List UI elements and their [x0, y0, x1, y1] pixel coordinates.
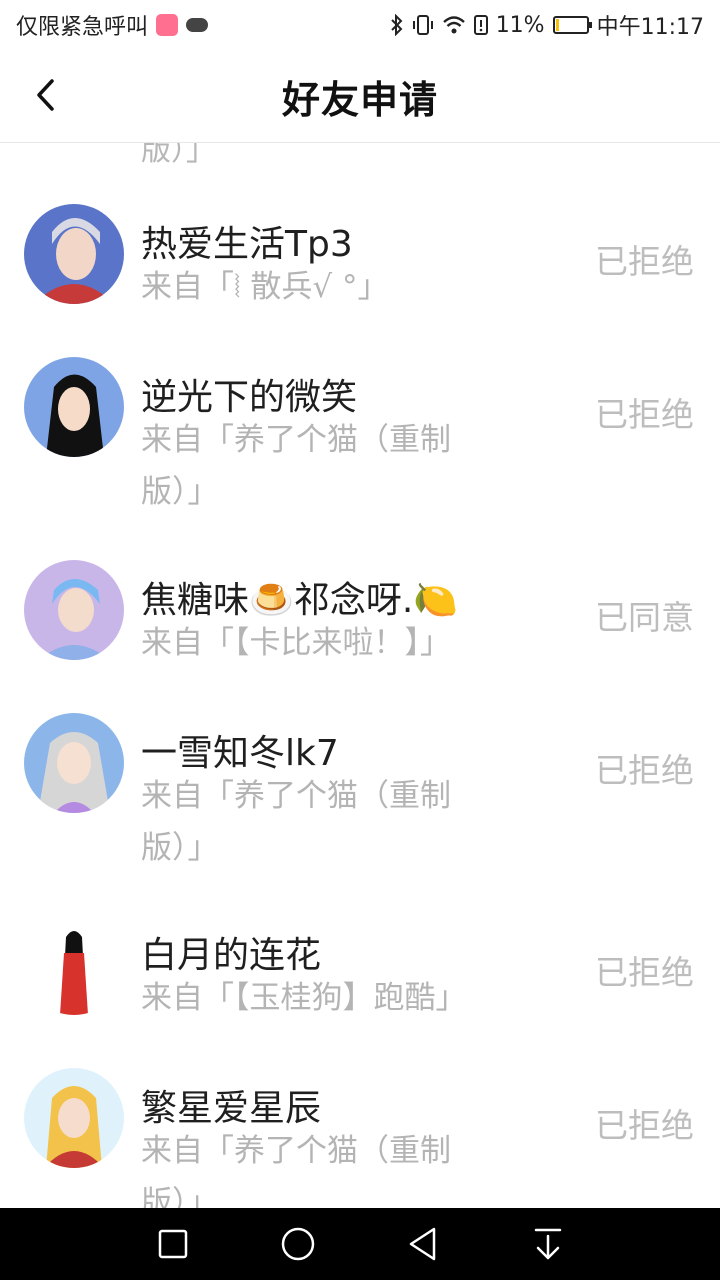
list-item[interactable]: 逆光下的微笑 来自「养了个猫（重制版）」 已拒绝	[0, 346, 720, 546]
recents-button[interactable]	[153, 1224, 193, 1264]
list-item[interactable]: 一雪知冬lk7 来自「养了个猫（重制版）」 已拒绝	[0, 702, 720, 902]
download-arrow-icon	[534, 1228, 561, 1260]
request-source: 来自「养了个猫（重制版）」	[141, 422, 451, 510]
requester-name: 焦糖味🍮祁念呀.🍋	[141, 580, 459, 621]
emergency-call-text: 仅限紧急呼叫	[16, 15, 149, 40]
wifi-icon	[442, 15, 466, 35]
request-source: 来自「养了个猫（重制版）」	[141, 778, 451, 866]
app-header: 好友申请	[0, 50, 720, 143]
requester-name: 一雪知冬lk7	[141, 733, 339, 774]
avatar[interactable]	[24, 1068, 124, 1168]
bluetooth-icon	[390, 14, 404, 36]
system-nav-bar	[0, 1208, 720, 1280]
request-status: 已拒绝	[595, 395, 694, 434]
back-button[interactable]	[26, 75, 66, 115]
requester-name: 白月的连花	[141, 935, 322, 976]
vibrate-icon	[412, 14, 434, 36]
avatar[interactable]	[24, 204, 124, 304]
requester-name: 热爱生活Tp3	[141, 224, 353, 265]
square-recent-icon	[158, 1229, 187, 1259]
avatar[interactable]	[24, 560, 124, 660]
status-right: 11% 中午11:17	[390, 9, 704, 41]
requester-name: 逆光下的微笑	[141, 377, 358, 418]
clock: 中午11:17	[596, 15, 704, 40]
notification-pull-button[interactable]	[528, 1224, 568, 1264]
list-item[interactable]: 焦糖味🍮祁念呀.🍋 来自「【卡比来啦！】」 已同意	[0, 549, 720, 699]
request-status: 已拒绝	[595, 953, 694, 992]
request-status: 已同意	[595, 598, 694, 637]
list-item[interactable]: 白月的连花 来自「【玉桂狗】跑酷」 已拒绝	[0, 904, 720, 1054]
cloud-icon	[186, 18, 209, 32]
app-notification-icon	[156, 14, 179, 36]
request-status: 已拒绝	[595, 1106, 694, 1145]
list-item[interactable]: 热爱生活Tp3 来自「⦚ 散兵√ °」 已拒绝	[0, 193, 720, 353]
status-left: 仅限紧急呼叫	[16, 9, 209, 41]
battery-percent: 11%	[495, 12, 545, 38]
avatar[interactable]	[24, 713, 124, 813]
request-source: 来自「【卡比来啦！】」	[141, 625, 451, 661]
back-nav-button[interactable]	[403, 1224, 443, 1264]
page-title: 好友申请	[281, 77, 438, 122]
battery-icon	[552, 16, 592, 34]
list-item[interactable]: 繁星爱星辰 来自「养了个猫（重制版）」 已拒绝	[0, 1057, 720, 1208]
requester-name: 繁星爱星辰	[141, 1088, 322, 1129]
circle-home-icon	[281, 1227, 314, 1261]
request-status: 已拒绝	[595, 242, 694, 281]
request-source: 来自「养了个猫（重制版）」	[141, 1133, 451, 1208]
home-button[interactable]	[278, 1224, 318, 1264]
battery-alert-icon	[473, 14, 488, 36]
status-bar: 仅限紧急呼叫 11% 中午11:17	[0, 0, 720, 50]
avatar[interactable]	[24, 915, 124, 1015]
chevron-left-icon	[37, 79, 54, 111]
avatar[interactable]	[24, 357, 124, 457]
request-status: 已拒绝	[595, 751, 694, 790]
request-source: 来自「【玉桂狗】跑酷」	[141, 980, 467, 1016]
request-source: 来自「⦚ 散兵√ °」	[141, 269, 389, 305]
triangle-back-icon	[409, 1227, 435, 1261]
friend-request-list[interactable]: 版）」 热爱生活Tp3 来自「⦚ 散兵√ °」 已拒绝 逆光下的微笑 来自「养了…	[0, 143, 720, 1208]
partial-source-text: 版）」	[141, 143, 216, 168]
